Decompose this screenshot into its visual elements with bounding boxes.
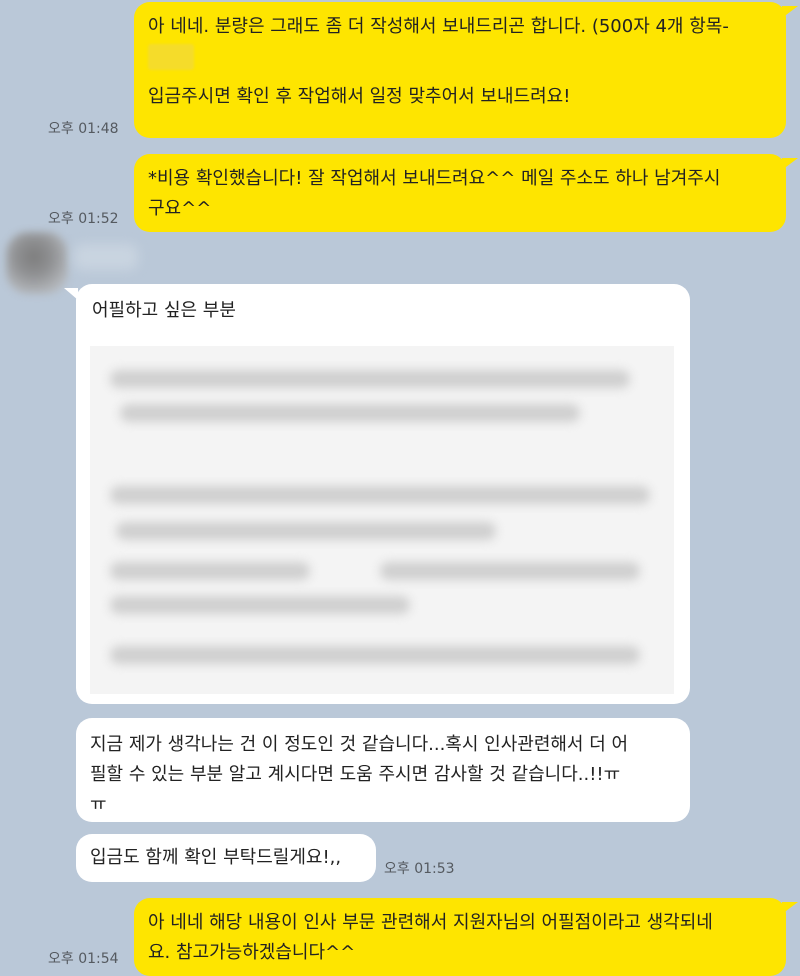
- redacted-block: [148, 42, 772, 72]
- bubble-tail: [782, 902, 798, 914]
- message-time: 오후 01:48: [48, 121, 119, 137]
- message-time: 오후 01:54: [48, 951, 119, 967]
- message-time: 오후 01:52: [48, 211, 119, 227]
- message-line: 구요^^: [148, 198, 212, 219]
- message-line: 요. 참고가능하겠습니다^^: [148, 942, 356, 963]
- message-line: 필할 수 있는 부분 알고 계시다면 도움 주시면 감사할 것 같습니다..!!…: [90, 764, 621, 785]
- blurred-message-content: [90, 346, 674, 694]
- message-time: 오후 01:53: [384, 861, 455, 877]
- message-line: 어필하고 싶은 부분: [92, 300, 236, 321]
- message-line: *비용 확인했습니다! 잘 작업해서 보내드려요^^ 메일 주소도 하나 남겨주…: [148, 168, 721, 189]
- blurred-text-line: [110, 486, 650, 504]
- message-line: 입금주시면 확인 후 작업해서 일정 맞추어서 보내드려요!: [148, 86, 571, 107]
- blurred-text-line: [110, 370, 630, 388]
- my-message-bubble[interactable]: 아 네네 해당 내용이 인사 부문 관련해서 지원자님의 어필점이라고 생각되네…: [134, 898, 786, 976]
- my-message-bubble[interactable]: *비용 확인했습니다! 잘 작업해서 보내드려요^^ 메일 주소도 하나 남겨주…: [134, 154, 786, 232]
- blurred-text-line: [380, 562, 640, 580]
- my-message-bubble[interactable]: 아 네네. 분량은 그래도 좀 더 작성해서 보내드리곤 합니다. (500자 …: [134, 2, 786, 138]
- their-message-bubble[interactable]: 지금 제가 생각나는 건 이 정도인 것 같습니다...혹시 인사관련해서 더 …: [76, 718, 690, 822]
- bubble-tail: [782, 6, 798, 18]
- bubble-tail: [782, 158, 798, 170]
- their-message-bubble[interactable]: 입금도 함께 확인 부탁드릴게요!,,: [76, 834, 376, 882]
- blurred-text-line: [116, 522, 496, 540]
- message-line: 아 네네. 분량은 그래도 좀 더 작성해서 보내드리곤 합니다. (500자 …: [148, 16, 729, 37]
- blurred-text-line: [110, 646, 640, 664]
- message-line: 지금 제가 생각나는 건 이 정도인 것 같습니다...혹시 인사관련해서 더 …: [90, 734, 629, 755]
- message-line: 입금도 함께 확인 부탁드릴게요!,,: [90, 847, 342, 868]
- message-line: ㅠ: [90, 794, 107, 815]
- blurred-text-line: [120, 404, 580, 422]
- blurred-text-line: [110, 562, 310, 580]
- blurred-text-line: [110, 596, 410, 614]
- profile-avatar[interactable]: [6, 232, 68, 294]
- sender-name-redacted: [74, 244, 138, 270]
- message-line: 아 네네 해당 내용이 인사 부문 관련해서 지원자님의 어필점이라고 생각되네: [148, 912, 713, 933]
